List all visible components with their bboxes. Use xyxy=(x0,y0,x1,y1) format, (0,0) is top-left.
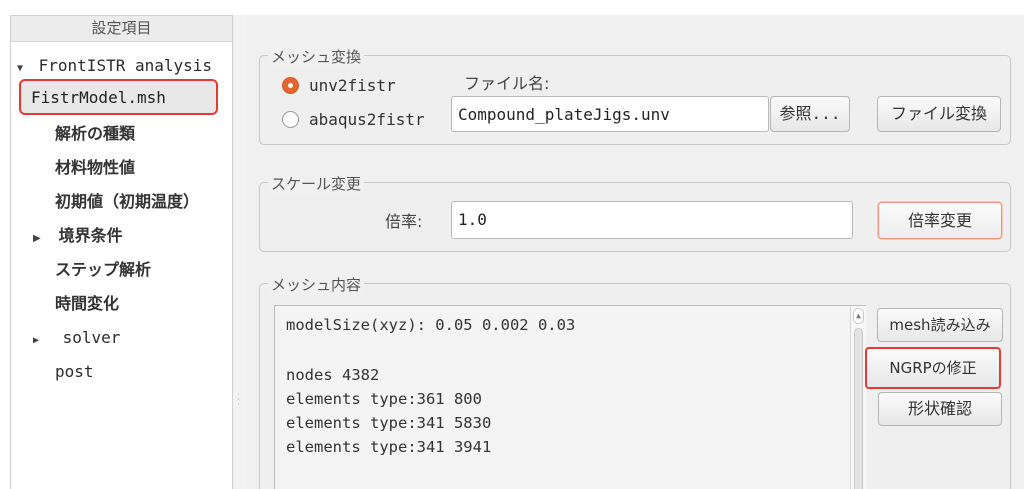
tree-item-label: 材料物性値 xyxy=(55,158,136,177)
tree-item-label: 境界条件 xyxy=(58,226,123,245)
tree-item-material[interactable]: 材料物性値 xyxy=(55,154,135,182)
shape-check-button[interactable]: 形状確認 xyxy=(878,392,1002,426)
tree-item-time-change[interactable]: 時間変化 xyxy=(55,290,119,318)
mesh-info-line: elements type:361 800 xyxy=(286,390,482,408)
mesh-content-title: メッシュ内容 xyxy=(268,274,365,295)
filename-input[interactable]: Compound_plateJigs.unv xyxy=(451,96,769,132)
tree-item-label: ステップ解析 xyxy=(55,260,152,279)
settings-content-area: メッシュ変換 unv2fistr abaqus2fistr ファイル名: Com… xyxy=(247,15,1024,489)
tree-item-label: FrontISTR analysis xyxy=(38,56,213,75)
collapse-arrow-icon[interactable]: ▶ xyxy=(33,225,45,253)
tree-item-fistrmodel-msh[interactable]: FistrModel.msh xyxy=(19,79,218,115)
mesh-info-line: elements type:341 3941 xyxy=(286,438,492,456)
tree-item-initial-value[interactable]: 初期値（初期温度） xyxy=(55,188,199,216)
tree-item-label: 解析の種類 xyxy=(55,124,136,143)
radio-unselected-icon[interactable] xyxy=(282,111,299,128)
radio-selected-icon[interactable] xyxy=(282,77,299,94)
radio-label: unv2fistr xyxy=(309,76,396,95)
ngrp-fix-button[interactable]: NGRPの修正 xyxy=(865,347,1001,389)
scale-group: スケール変更 倍率: 1.0 倍率変更 xyxy=(259,173,1011,252)
mesh-info-line: modelSize(xyz): 0.05 0.002 0.03 xyxy=(286,316,576,334)
filename-label: ファイル名: xyxy=(464,74,550,93)
radio-abaqus2fistr[interactable]: abaqus2fistr xyxy=(282,110,425,129)
ratio-label: 倍率: xyxy=(385,212,423,231)
apply-ratio-button[interactable]: 倍率変更 xyxy=(878,202,1002,239)
scale-title: スケール変更 xyxy=(268,173,365,194)
tree-item-solver[interactable]: ▶ solver xyxy=(33,324,120,352)
tree-item-analysis-type[interactable]: 解析の種類 xyxy=(55,120,135,148)
tree-item-post[interactable]: post xyxy=(55,358,94,386)
collapse-arrow-icon[interactable]: ▶ xyxy=(33,327,45,355)
mesh-convert-title: メッシュ変換 xyxy=(268,46,365,67)
mesh-info-textarea[interactable]: modelSize(xyz): 0.05 0.002 0.03 nodes 43… xyxy=(274,305,866,489)
radio-label: abaqus2fistr xyxy=(309,110,425,129)
tree-item-step-analysis[interactable]: ステップ解析 xyxy=(55,256,151,284)
mesh-info-line: nodes 4382 xyxy=(286,366,380,384)
vertical-scrollbar[interactable]: ▲ xyxy=(850,306,866,489)
tree-item-label: post xyxy=(55,362,94,381)
mesh-info-line: elements type:341 5830 xyxy=(286,414,492,432)
tree-item-label: 時間変化 xyxy=(55,294,120,313)
file-convert-button[interactable]: ファイル変換 xyxy=(877,96,1001,132)
tree-header: 設定項目 xyxy=(11,16,232,42)
tree-item-boundary-conditions[interactable]: ▶ 境界条件 xyxy=(33,222,123,250)
splitter-grip-icon: · · · xyxy=(237,390,240,410)
tree-item-label: solver xyxy=(62,328,121,347)
ratio-input[interactable]: 1.0 xyxy=(451,201,853,239)
mesh-load-button[interactable]: mesh読み込み xyxy=(877,308,1003,342)
scroll-up-icon[interactable]: ▲ xyxy=(853,308,864,324)
tree-item-frontistr-analysis[interactable]: ▼ FrontISTR analysis xyxy=(17,52,212,80)
tree-item-label: FistrModel.msh xyxy=(31,88,166,107)
panel-splitter[interactable]: · · · xyxy=(233,15,247,489)
scrollbar-thumb[interactable] xyxy=(854,328,863,489)
mesh-convert-group: メッシュ変換 unv2fistr abaqus2fistr ファイル名: Com… xyxy=(259,46,1011,145)
radio-unv2fistr[interactable]: unv2fistr xyxy=(282,76,396,95)
mesh-content-group: メッシュ内容 modelSize(xyz): 0.05 0.002 0.03 n… xyxy=(259,274,1011,489)
browse-button[interactable]: 参照... xyxy=(770,96,850,132)
tree-item-label: 初期値（初期温度） xyxy=(55,192,200,211)
